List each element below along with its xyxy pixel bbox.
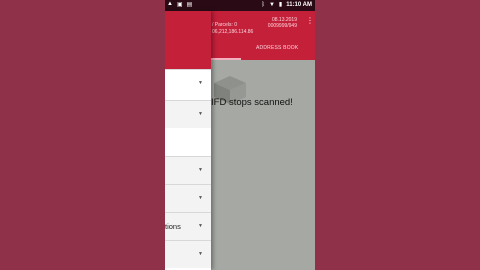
status-right-icons: ᛒ ▼ ▮ 11:10 AM <box>261 1 312 9</box>
id-text: 0009999/949 <box>267 23 297 29</box>
navigation-drawer: ▼ ▼ ▼ ▼ tions ▼ ▼ <box>165 11 211 270</box>
chevron-down-icon: ▼ <box>198 167 203 173</box>
tab-address-book[interactable]: ADDRESS BOOK <box>256 45 298 51</box>
empty-state-text: IFD stops scanned! <box>211 97 293 108</box>
drawer-item-label: tions <box>165 222 181 231</box>
drawer-item[interactable]: tions ▼ <box>165 212 211 240</box>
image-icon: ▣ <box>176 2 183 8</box>
drawer-item[interactable]: ▼ <box>165 240 211 268</box>
battery-icon: ▮ <box>278 2 283 8</box>
status-time: 11:10 AM <box>286 1 312 8</box>
bluetooth-icon: ᛒ <box>261 1 265 8</box>
chevron-down-icon: ▼ <box>198 251 203 257</box>
drawer-header <box>165 11 211 69</box>
sim-icon: ▤ <box>186 2 193 8</box>
wifi-icon: ▼ <box>268 1 275 8</box>
drawer-item[interactable]: ▼ <box>165 156 211 184</box>
drawer-item[interactable]: ▼ <box>165 100 211 128</box>
status-left-icons: ▲ ▣ ▤ <box>167 1 192 8</box>
status-bar: ▲ ▣ ▤ ᛒ ▼ ▮ 11:10 AM <box>165 0 315 11</box>
coordinates-text: 06,212,186.114.86 <box>212 29 254 35</box>
drawer-item[interactable]: ▼ <box>165 184 211 212</box>
overflow-menu-icon[interactable]: ⋮ <box>306 17 314 25</box>
chevron-down-icon: ▼ <box>198 80 203 86</box>
app-bar-info-left: / Parcels: 0 06,212,186.114.86 <box>212 22 253 36</box>
chevron-down-icon: ▼ <box>198 223 203 229</box>
chevron-down-icon: ▼ <box>198 195 203 201</box>
drawer-item[interactable]: ▼ <box>165 69 211 97</box>
phone-screen: ▲ ▣ ▤ ᛒ ▼ ▮ 11:10 AM / Parcels: 0 06,212… <box>165 0 315 270</box>
warning-icon: ▲ <box>167 1 173 7</box>
app-bar-info-right: 08.13.2019 0009999/949 <box>261 17 297 29</box>
chevron-down-icon: ▼ <box>198 111 203 117</box>
parcels-count: / Parcels: 0 <box>212 22 238 28</box>
